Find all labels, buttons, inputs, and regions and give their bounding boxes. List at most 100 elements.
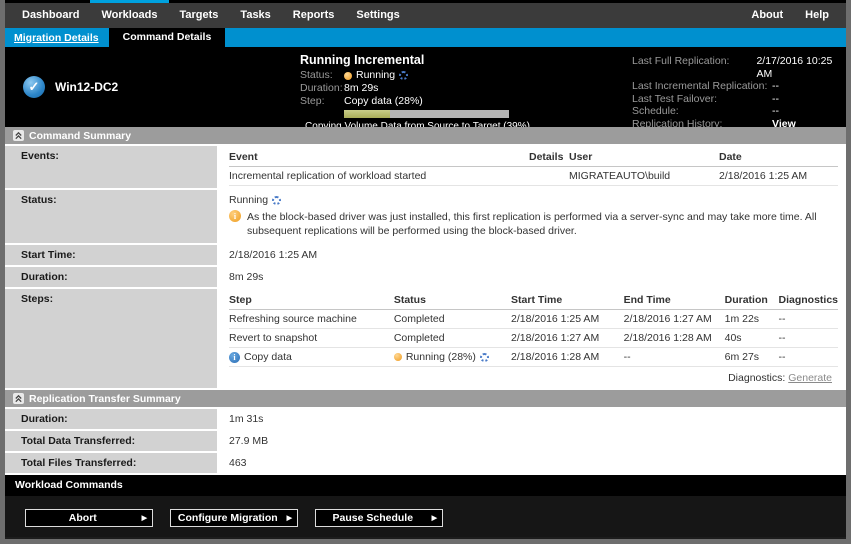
duration-label: Duration: bbox=[300, 82, 344, 95]
step-end: 2/18/2016 1:27 AM bbox=[624, 310, 725, 329]
running-dot-icon bbox=[344, 72, 352, 80]
transfer-summary-content: Duration: 1m 31s Total Data Transferred:… bbox=[5, 407, 846, 475]
nav-spacer bbox=[411, 3, 741, 28]
step-name: Revert to snapshot bbox=[229, 329, 394, 348]
start-time-label: Start Time: bbox=[5, 245, 217, 265]
total-data-row: Total Data Transferred: 27.9 MB bbox=[5, 431, 846, 451]
last-test-failover-label: Last Test Failover: bbox=[632, 93, 772, 106]
step-status: Completed bbox=[394, 329, 511, 348]
pause-schedule-button-label: Pause Schedule bbox=[316, 512, 430, 524]
total-data-label: Total Data Transferred: bbox=[5, 431, 217, 451]
step-row-revert: Revert to snapshot Completed 2/18/2016 1… bbox=[229, 329, 838, 348]
status-note: i As the block-based driver was just ins… bbox=[229, 210, 838, 241]
info-glyph: i bbox=[233, 353, 235, 362]
step-start: 2/18/2016 1:27 AM bbox=[511, 329, 624, 348]
steps-row: Steps: Step Status Start Time End Time D… bbox=[5, 289, 846, 388]
command-summary-title: Command Summary bbox=[29, 130, 131, 142]
info-icon: i bbox=[229, 352, 240, 363]
step-name: Copy data bbox=[244, 351, 292, 363]
nav-item-targets[interactable]: Targets bbox=[169, 3, 230, 28]
tab-migration-details[interactable]: Migration Details bbox=[14, 32, 99, 44]
abort-button[interactable]: Abort ▶ bbox=[25, 509, 153, 527]
header-spacer bbox=[537, 47, 632, 127]
events-table: Event Details User Date Incremental repl… bbox=[229, 148, 838, 186]
nav-item-reports[interactable]: Reports bbox=[282, 3, 346, 28]
event-name: Incremental replication of workload star… bbox=[229, 167, 529, 186]
operation-status-panel: Running Incremental Status: Running Dura… bbox=[300, 47, 537, 127]
replication-info-panel: Last Full Replication:2/17/2016 10:25 AM… bbox=[632, 47, 846, 127]
start-time-row: Start Time: 2/18/2016 1:25 AM bbox=[5, 245, 846, 265]
operation-title: Running Incremental bbox=[300, 53, 537, 67]
event-user: MIGRATEAUTO\build bbox=[569, 167, 719, 186]
warn-glyph: i bbox=[234, 212, 236, 221]
status-row-label: Status: bbox=[5, 190, 217, 243]
collapse-icon[interactable] bbox=[13, 130, 24, 141]
step-label: Step: bbox=[300, 95, 344, 108]
workload-check-icon: ✓ bbox=[23, 76, 45, 98]
status-label: Status: bbox=[300, 69, 344, 82]
workload-commands-area: Abort ▶ Configure Migration ▶ Pause Sche… bbox=[5, 496, 846, 537]
step-end: 2/18/2016 1:28 AM bbox=[624, 329, 725, 348]
transfer-duration-row: Duration: 1m 31s bbox=[5, 409, 846, 429]
workload-name: Win12-DC2 bbox=[55, 80, 118, 94]
arrow-right-icon: ▶ bbox=[285, 514, 297, 522]
spinner-icon bbox=[480, 353, 489, 362]
sub-tab-bar: Migration Details Command Details bbox=[5, 28, 846, 47]
collapse-icon[interactable] bbox=[13, 393, 24, 404]
step-duration: 6m 27s bbox=[725, 348, 779, 367]
steps-col-duration: Duration bbox=[725, 291, 779, 310]
workload-header: ✓ Win12-DC2 Running Incremental Status: … bbox=[5, 47, 846, 127]
nav-item-about[interactable]: About bbox=[740, 3, 794, 28]
step-duration: 1m 22s bbox=[725, 310, 779, 329]
spinner-icon bbox=[399, 71, 408, 80]
pause-schedule-button[interactable]: Pause Schedule ▶ bbox=[315, 509, 443, 527]
last-incremental-replication-value: -- bbox=[772, 80, 779, 93]
events-col-event: Event bbox=[229, 148, 529, 167]
command-summary-section-bar: Command Summary bbox=[5, 127, 846, 144]
schedule-value: -- bbox=[772, 105, 779, 118]
nav-item-settings[interactable]: Settings bbox=[345, 3, 410, 28]
step-diagnostics: -- bbox=[778, 348, 838, 367]
step-name: Refreshing source machine bbox=[229, 310, 394, 329]
last-full-replication-value: 2/17/2016 10:25 AM bbox=[756, 55, 840, 80]
nav-item-workloads[interactable]: Workloads bbox=[90, 3, 168, 28]
workload-commands-bar: Workload Commands bbox=[5, 475, 846, 496]
generate-diagnostics-link[interactable]: Generate bbox=[788, 372, 832, 384]
nav-item-help[interactable]: Help bbox=[794, 3, 840, 28]
event-date: 2/18/2016 1:25 AM bbox=[719, 167, 838, 186]
step-value: Copy data (28%) bbox=[344, 95, 423, 108]
events-row: Events: Event Details User Date Incremen… bbox=[5, 146, 846, 188]
step-status: Running (28%) bbox=[406, 351, 476, 363]
configure-migration-button[interactable]: Configure Migration ▶ bbox=[170, 509, 298, 527]
warning-icon: i bbox=[229, 210, 241, 222]
steps-table: Step Status Start Time End Time Duration… bbox=[229, 291, 838, 367]
schedule-label: Schedule: bbox=[632, 105, 772, 118]
arrow-right-icon: ▶ bbox=[140, 514, 152, 522]
check-glyph: ✓ bbox=[29, 79, 40, 95]
status-note-text: As the block-based driver was just insta… bbox=[247, 210, 838, 238]
transfer-duration-value: 1m 31s bbox=[217, 409, 846, 429]
diagnostics-label: Diagnostics: bbox=[728, 372, 785, 384]
running-dot-icon bbox=[394, 353, 402, 361]
step-start: 2/18/2016 1:28 AM bbox=[511, 348, 624, 367]
diagnostics-line: Diagnostics: Generate bbox=[229, 367, 838, 386]
steps-col-diagnostics: Diagnostics bbox=[778, 291, 838, 310]
events-col-date: Date bbox=[719, 148, 838, 167]
start-time-value: 2/18/2016 1:25 AM bbox=[217, 245, 846, 265]
step-diagnostics: -- bbox=[778, 310, 838, 329]
nav-item-dashboard[interactable]: Dashboard bbox=[11, 3, 90, 28]
status-row: Status: Running i As the block-based dri… bbox=[5, 190, 846, 243]
events-col-user: User bbox=[569, 148, 719, 167]
spinner-icon bbox=[272, 196, 281, 205]
tab-command-details[interactable]: Command Details bbox=[109, 28, 226, 47]
events-label: Events: bbox=[5, 146, 217, 188]
steps-col-end: End Time bbox=[624, 291, 725, 310]
nav-item-tasks[interactable]: Tasks bbox=[229, 3, 281, 28]
transfer-duration-label: Duration: bbox=[5, 409, 217, 429]
total-data-value: 27.9 MB bbox=[217, 431, 846, 451]
event-details bbox=[529, 167, 569, 186]
steps-col-status: Status bbox=[394, 291, 511, 310]
duration-row-label: Duration: bbox=[5, 267, 217, 287]
event-row: Incremental replication of workload star… bbox=[229, 167, 838, 186]
step-duration: 40s bbox=[725, 329, 779, 348]
